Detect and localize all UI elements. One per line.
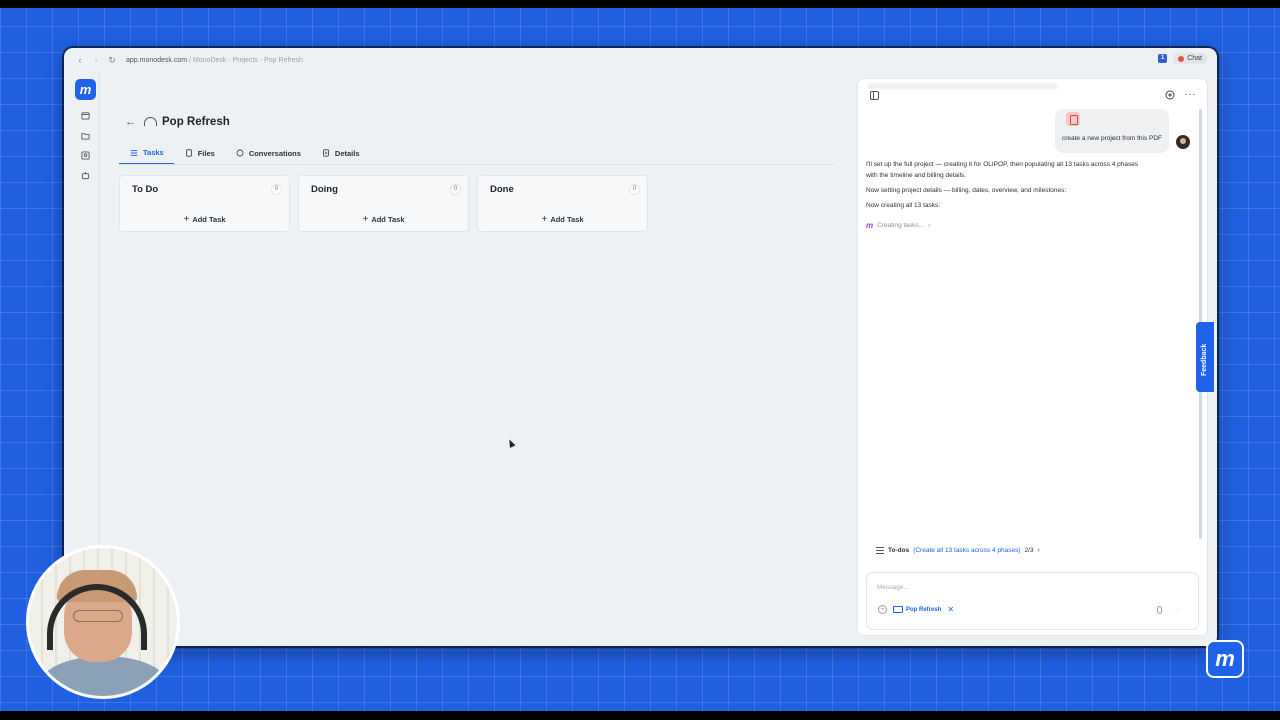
plus-icon: +	[541, 214, 548, 225]
assistant-paragraph: Now setting project details — billing, d…	[866, 187, 1067, 194]
forward-nav-icon[interactable]: ›	[88, 55, 104, 65]
kanban-board: To Do 0 + Add Task Doing 0 + Add Task Done…	[119, 175, 648, 232]
reload-icon[interactable]: ↻	[104, 55, 120, 66]
status-text: Creating tasks...	[877, 222, 925, 229]
tab-files[interactable]: Files	[174, 144, 225, 164]
list-icon	[130, 149, 138, 156]
context-chip[interactable]: Pop Refresh	[893, 606, 941, 613]
chat-button-label: Chat	[1187, 55, 1202, 62]
tab-tasks-label: Tasks	[143, 148, 164, 157]
browser-toolbar: ‹ › ↻ app.monodesk.com / MonoDesk - Proj…	[64, 48, 1217, 72]
todos-progress: 2/3	[1024, 547, 1034, 554]
chat-dot-icon	[1178, 55, 1185, 62]
url-domain: app.monodesk.com	[126, 56, 188, 64]
add-task-label: Add Task	[192, 215, 226, 224]
presenter-shoulders	[39, 656, 169, 696]
column-done: Done 0 + Add Task	[477, 175, 648, 232]
more-options-icon[interactable]: ···	[1185, 89, 1197, 100]
project-title: Pop Refresh	[162, 116, 230, 128]
project-logo-icon	[144, 117, 157, 126]
monodesk-logo[interactable]: m	[75, 79, 96, 100]
add-task-button[interactable]: + Add Task	[120, 214, 289, 225]
add-task-label: Add Task	[550, 215, 584, 224]
chevron-right-icon: ›	[1037, 547, 1040, 554]
column-doing: Doing 0 + Add Task	[298, 175, 469, 232]
user-message-text: create a new project from this PDF	[1061, 135, 1163, 142]
creating-tasks-status[interactable]: m Creating tasks... ›	[866, 221, 930, 230]
add-task-button[interactable]: + Add Task	[478, 214, 647, 225]
files-icon	[185, 149, 192, 157]
presenter-webcam	[26, 545, 180, 699]
document-icon	[323, 149, 329, 157]
column-title: Done	[490, 184, 514, 195]
tab-tasks[interactable]: Tasks	[119, 144, 174, 164]
add-attachment-icon[interactable]: +	[878, 605, 887, 614]
composer-toolbar: + Pop Refresh ✕	[878, 605, 954, 614]
assistant-paragraph: I'll set up the full project — creating …	[866, 161, 1139, 179]
tab-details[interactable]: Details	[311, 144, 370, 164]
tab-conversations[interactable]: Conversations	[225, 144, 311, 164]
chat-faded-header	[868, 83, 1058, 89]
folder-icon	[893, 606, 903, 613]
chat-button[interactable]: Chat	[1173, 53, 1207, 64]
tab-details-label: Details	[334, 148, 360, 158]
project-tabs: Tasks Files Conversations Details	[119, 144, 370, 164]
add-task-label: Add Task	[371, 215, 405, 224]
tab-files-label: Files	[197, 148, 215, 158]
column-count-badge: 0	[271, 184, 282, 195]
url-path: / MonoDesk - Projects - Pop Refresh	[187, 56, 304, 64]
feedback-button[interactable]: Feedback	[1196, 322, 1214, 392]
top-letterbox	[0, 0, 1280, 8]
plus-icon: +	[183, 214, 190, 225]
column-count-badge: 0	[629, 184, 640, 195]
browser-window: ‹ › ↻ app.monodesk.com / MonoDesk - Proj…	[64, 48, 1217, 646]
user-message-bubble: create a new project from this PDF	[1055, 109, 1169, 153]
calendar-icon[interactable]	[81, 111, 90, 120]
send-icon[interactable]: ◌	[1175, 606, 1180, 615]
todos-label: To-dos	[888, 547, 910, 554]
tabs-divider	[119, 164, 835, 165]
bot-icon[interactable]	[81, 171, 90, 180]
plus-icon: +	[362, 214, 369, 225]
extension-icon[interactable]: 1	[1158, 54, 1168, 63]
back-nav-icon[interactable]: ‹	[72, 55, 88, 65]
browser-actions: 1 Chat	[1158, 53, 1207, 64]
assistant-message: I'll set up the full project — creating …	[866, 159, 1146, 215]
back-arrow-icon[interactable]: ←	[125, 116, 136, 128]
pdf-attachment-icon[interactable]	[1066, 112, 1080, 126]
bottom-letterbox	[0, 711, 1280, 720]
chevron-right-icon: ›	[928, 222, 931, 229]
monodesk-ai-icon: m	[866, 221, 874, 230]
user-avatar	[1176, 135, 1190, 149]
column-count-badge: 0	[450, 184, 461, 195]
todos-summary[interactable]: To-dos (Create all 13 tasks across 4 pha…	[876, 547, 1040, 554]
feedback-label: Feedback	[1201, 343, 1208, 376]
checklist-icon	[876, 547, 884, 554]
contacts-icon[interactable]	[81, 151, 90, 160]
context-chip-label: Pop Refresh	[906, 606, 942, 613]
todos-current-item: (Create all 13 tasks across 4 phases)	[913, 547, 1021, 554]
remove-chip-icon[interactable]: ✕	[947, 605, 954, 614]
message-composer[interactable]: Message... + Pop Refresh ✕ ◌	[866, 572, 1199, 630]
address-bar[interactable]: app.monodesk.com / MonoDesk - Projects -…	[126, 57, 303, 64]
column-to-do: To Do 0 + Add Task	[119, 175, 290, 232]
chat-bubble-icon	[236, 149, 244, 157]
project-main: ← Pop Refresh Tasks Files Conversations …	[101, 72, 851, 646]
tab-conversations-label: Conversations	[248, 148, 301, 158]
column-title: To Do	[132, 184, 159, 195]
new-chat-icon[interactable]	[1165, 90, 1175, 100]
panel-toggle-icon[interactable]	[870, 91, 879, 100]
folder-icon[interactable]	[81, 131, 90, 140]
microphone-icon[interactable]	[1157, 606, 1162, 614]
message-input[interactable]: Message...	[877, 584, 909, 591]
add-task-button[interactable]: + Add Task	[299, 214, 468, 225]
column-title: Doing	[311, 184, 338, 195]
assistant-paragraph: Now creating all 13 tasks:	[866, 202, 941, 209]
ai-chat-panel: ··· create a new project from this PDF I…	[857, 78, 1208, 636]
monodesk-watermark-logo: m	[1206, 640, 1244, 678]
glasses-icon	[73, 610, 123, 622]
